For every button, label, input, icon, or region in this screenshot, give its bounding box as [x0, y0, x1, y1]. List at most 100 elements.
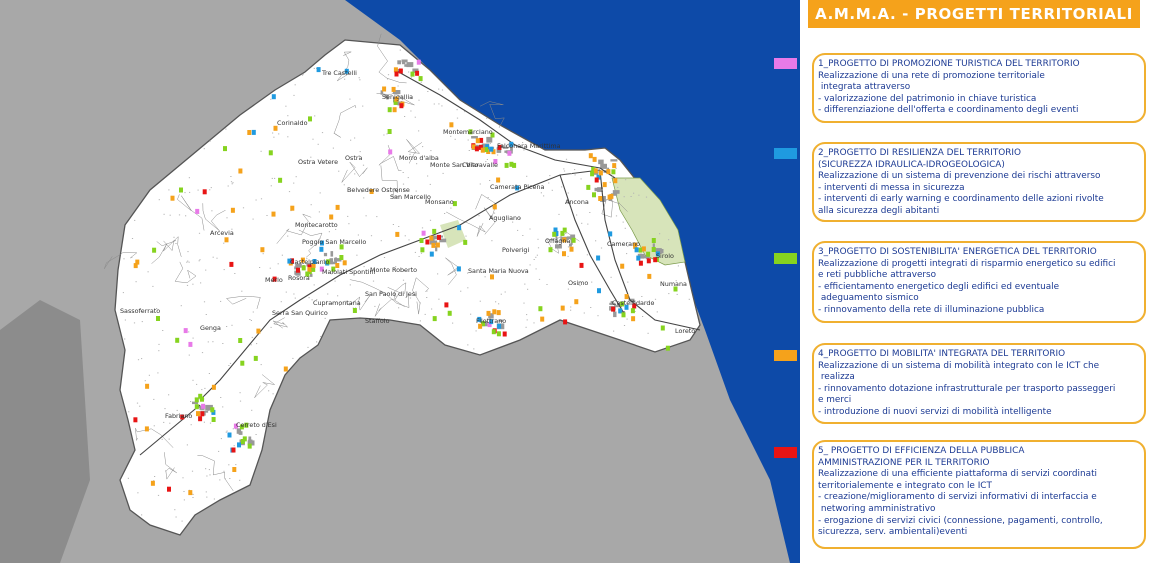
settlement-dot: [418, 256, 420, 257]
settlement-dot: [467, 287, 469, 289]
settlement-dot: [587, 223, 589, 225]
project-marker: [210, 407, 215, 413]
settlement-dot: [134, 219, 136, 221]
town-label: Filottrano: [476, 317, 506, 325]
settlement-dot: [205, 491, 207, 493]
settlement-dot: [200, 282, 202, 284]
urban-patch: [600, 163, 607, 169]
project-marker: [421, 230, 426, 236]
settlement-dot: [430, 150, 432, 152]
settlement-dot: [601, 189, 603, 191]
settlement-dot: [181, 520, 183, 522]
settlement-dot: [207, 341, 209, 343]
settlement-dot: [359, 151, 361, 153]
project-marker: [598, 196, 603, 201]
settlement-dot: [260, 150, 262, 152]
settlement-dot: [427, 175, 429, 177]
project-line: Realizzazione di una rete di promozione …: [818, 70, 1045, 81]
project-marker: [283, 366, 288, 372]
settlement-dot: [222, 406, 224, 408]
project-marker: [224, 237, 229, 243]
town-label: Merlo: [265, 276, 283, 284]
project-marker: [271, 211, 276, 217]
settlement-dot: [153, 398, 155, 400]
project-marker: [631, 316, 636, 322]
settlement-dot: [522, 235, 524, 236]
settlement-dot: [270, 185, 272, 187]
settlement-dot: [178, 214, 181, 216]
town-label: Montecarotto: [295, 221, 338, 229]
settlement-dot: [192, 493, 194, 495]
project-marker: [646, 251, 651, 257]
settlement-dot: [654, 298, 657, 300]
project-marker: [202, 189, 207, 195]
settlement-dot: [255, 434, 257, 435]
page-title: A.M.M.A. - PROGETTI TERRITORIALI: [808, 0, 1140, 28]
project-marker: [597, 288, 601, 294]
project-line: realizza: [818, 372, 855, 383]
settlement-dot: [222, 343, 224, 344]
settlement-dot: [228, 464, 230, 466]
project-marker: [133, 263, 138, 269]
project-marker: [242, 436, 247, 442]
town-label: Cerreto d'Esi: [236, 421, 277, 429]
urban-patch: [330, 251, 334, 257]
settlement-dot: [235, 464, 237, 466]
project-marker: [240, 360, 245, 366]
settlement-dot: [148, 374, 150, 376]
settlement-dot: [392, 224, 394, 225]
settlement-dot: [583, 312, 585, 314]
settlement-dot: [362, 164, 365, 166]
settlement-dot: [487, 197, 489, 198]
project-3-swatch: [774, 253, 797, 264]
settlement-dot: [633, 192, 635, 194]
settlement-dot: [486, 117, 488, 119]
project-marker: [444, 302, 449, 308]
project-marker: [429, 251, 434, 257]
settlement-dot: [454, 138, 456, 140]
project-marker: [609, 193, 614, 199]
settlement-dot: [414, 116, 416, 118]
urban-patch: [598, 159, 604, 165]
settlement-dot: [272, 132, 274, 134]
town-label: Ancona: [565, 198, 589, 206]
settlement-dot: [141, 321, 143, 323]
settlement-dot: [271, 177, 273, 179]
settlement-dot: [525, 326, 527, 328]
settlement-dot: [287, 136, 289, 138]
settlement-dot: [203, 421, 205, 423]
project-box-4: 4_PROGETTO DI MOBILITA' INTEGRATA DEL TE…: [812, 343, 1146, 424]
project-marker: [170, 195, 175, 201]
settlement-dot: [317, 143, 319, 145]
project-line: Realizzazione di un sistema di mobilità …: [818, 360, 1100, 371]
settlement-dot: [497, 154, 499, 156]
project-line: - creazione/miglioramento di servizi inf…: [818, 492, 1097, 503]
project-marker: [195, 208, 200, 214]
project-marker: [425, 239, 430, 245]
project-marker: [223, 146, 227, 152]
settlement-dot: [597, 315, 599, 317]
project-marker: [496, 177, 501, 183]
project-marker: [638, 260, 643, 266]
settlement-dot: [617, 186, 619, 188]
settlement-dot: [186, 261, 188, 263]
settlement-dot: [158, 350, 160, 352]
settlement-dot: [567, 255, 569, 257]
settlement-dot: [165, 470, 167, 472]
project-marker: [308, 116, 312, 122]
project-marker: [247, 443, 252, 449]
settlement-dot: [168, 189, 170, 191]
project-marker: [611, 169, 616, 175]
project-marker: [435, 242, 440, 248]
settlement-dot: [419, 302, 421, 304]
settlement-dot: [357, 234, 359, 236]
settlement-dot: [386, 133, 388, 135]
project-line: integrata attraverso: [818, 82, 911, 93]
project-marker: [238, 168, 243, 174]
settlement-dot: [285, 291, 287, 293]
settlement-dot: [230, 176, 232, 177]
settlement-dot: [535, 256, 537, 258]
settlement-dot: [626, 253, 628, 255]
project-marker: [620, 263, 625, 269]
project-line: sicurezza, serv. ambientali)eventi: [818, 527, 968, 538]
